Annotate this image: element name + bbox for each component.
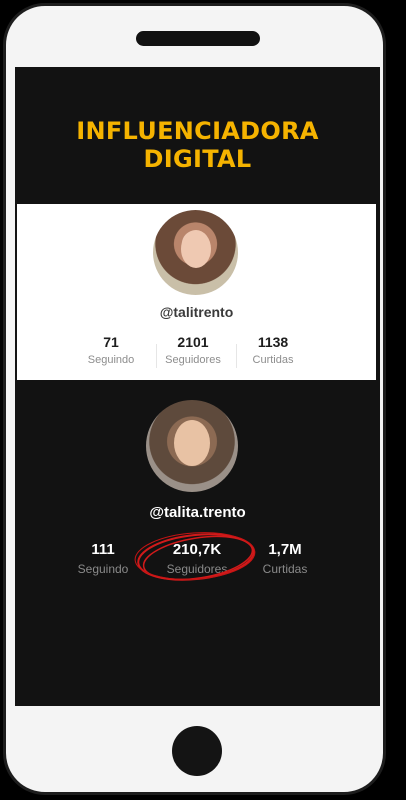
avatar[interactable]	[153, 210, 238, 295]
stat-followers[interactable]: 210,7K Seguidores	[147, 541, 247, 576]
stat-label: Seguindo	[77, 562, 129, 576]
stat-value: 1,7M	[268, 541, 302, 558]
avatar-face	[181, 230, 211, 268]
phone-mockup: INFLUENCIADORA DIGITAL @talitrento 71 Se…	[3, 3, 386, 795]
stat-label: Seguidores	[166, 562, 228, 576]
stat-following[interactable]: 111 Seguindo	[53, 541, 153, 576]
profile-handle[interactable]: @talitrento	[17, 304, 376, 320]
stat-label: Curtidas	[262, 562, 308, 576]
stat-likes[interactable]: 1,7M Curtidas	[235, 541, 335, 576]
headline-line-1: INFLUENCIADORA	[76, 117, 319, 145]
stat-value: 210,7K	[172, 541, 222, 558]
profile-handle[interactable]: @talita.trento	[15, 504, 380, 521]
stat-likes[interactable]: 1138 Curtidas	[223, 334, 323, 366]
headline-line-2: DIGITAL	[143, 145, 252, 173]
speaker-slot	[136, 31, 260, 46]
avatar[interactable]	[146, 400, 238, 492]
stat-label: Curtidas	[252, 354, 294, 366]
stat-value: 1138	[257, 334, 289, 350]
avatar-face	[174, 420, 210, 466]
profile-card-before: @talitrento 71 Seguindo 2101 Seguidores …	[17, 204, 376, 380]
stat-value: 111	[91, 541, 115, 558]
headline: INFLUENCIADORA DIGITAL	[15, 117, 380, 173]
phone-screen: INFLUENCIADORA DIGITAL @talitrento 71 Se…	[15, 67, 380, 706]
home-button[interactable]	[172, 726, 222, 776]
